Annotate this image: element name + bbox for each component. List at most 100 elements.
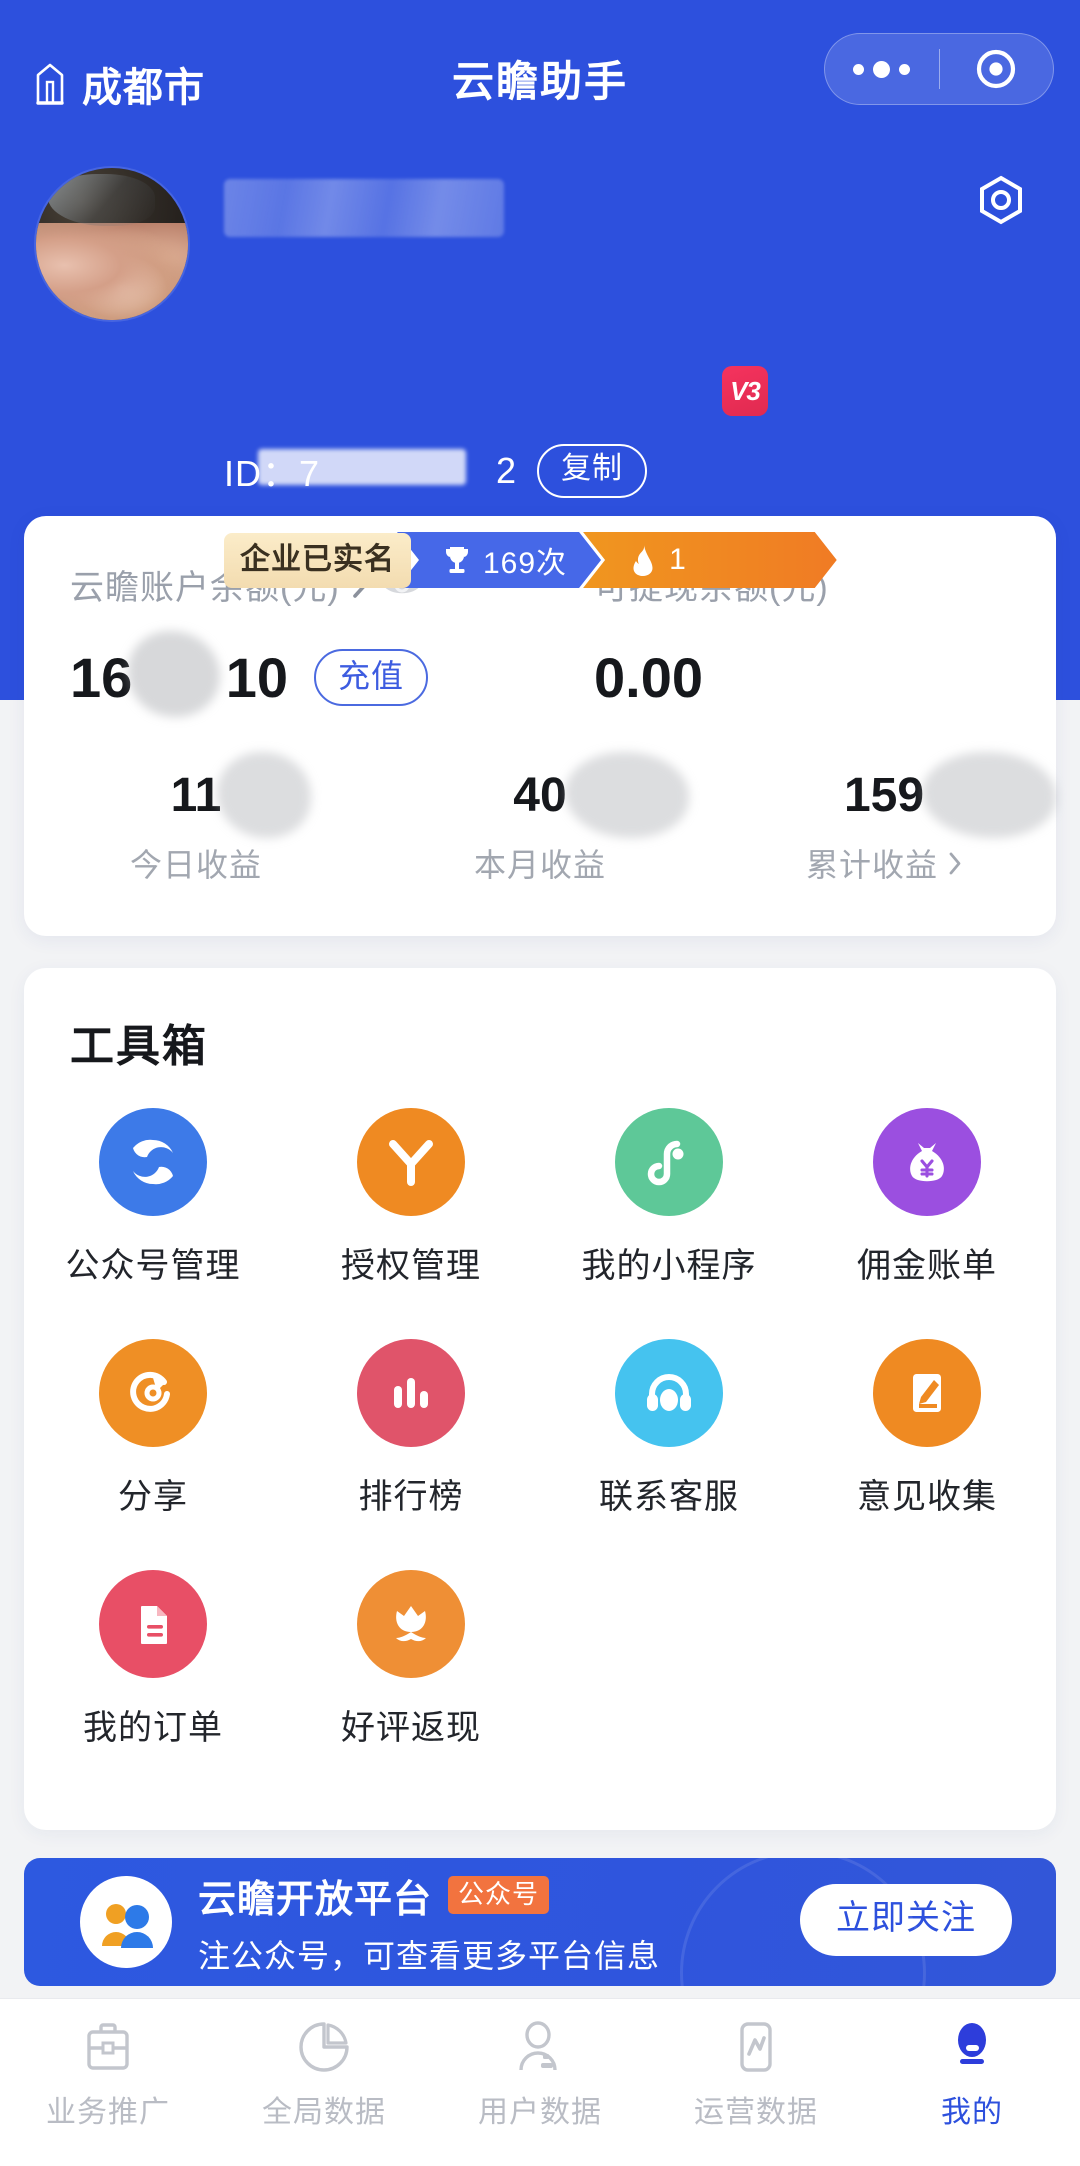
stat-total-redaction xyxy=(921,752,1056,838)
account-balance-redaction xyxy=(128,631,220,717)
profile-person-glyph xyxy=(958,2023,986,2064)
tool-share[interactable]: 分享 xyxy=(24,1339,282,1518)
account-balance-suffix: 10 xyxy=(225,646,289,709)
withdrawable-balance-value: 0.00 xyxy=(594,646,703,709)
flame-icon xyxy=(627,543,659,577)
line-chart-phone-glyph xyxy=(740,2022,772,2072)
rank-bars-glyph xyxy=(394,1378,428,1408)
line-chart-phone-icon xyxy=(726,2015,786,2079)
stat-today-label-text: 今日收益 xyxy=(129,847,262,883)
navbar: 成都市 云瞻助手 xyxy=(0,0,1080,130)
avatar-image-detail xyxy=(36,222,188,320)
recharge-button[interactable]: 充值 xyxy=(314,648,429,707)
badge-row: 企业已实名 169次 1 xyxy=(224,532,837,588)
more-dots-icon[interactable] xyxy=(825,60,939,78)
tool-customer-service[interactable]: 联系客服 xyxy=(540,1339,798,1518)
authorize-y-glyph xyxy=(389,1140,433,1186)
status-badge-verified: 企业已实名 xyxy=(224,532,411,588)
target-circle-icon[interactable] xyxy=(940,46,1054,92)
level-badge: V3 xyxy=(722,366,768,416)
app-root: 成都市 云瞻助手 V3 ID：7 2 xyxy=(0,0,1080,2166)
tool-commission-bill[interactable]: 佣金账单 xyxy=(798,1108,1056,1287)
promo-tag: 公众号 xyxy=(448,1875,550,1915)
toolbox-card: 工具箱 公众号管理 授权管理 我的小程序 佣金账单 分享 排行榜 联系客服 意见… xyxy=(24,968,1056,1830)
tool-label: 我的小程序 xyxy=(581,1247,757,1285)
tool-ranking[interactable]: 排行榜 xyxy=(282,1339,540,1518)
stat-total-label-text: 累计收益 xyxy=(805,847,938,883)
avatar[interactable] xyxy=(36,168,188,320)
flame-count: 1 xyxy=(669,543,687,576)
stat-total-number: 159 xyxy=(843,768,925,822)
avatar-image-highlight xyxy=(48,174,155,226)
profile-section: V3 ID：7 2 复制 企业已实名 169次 xyxy=(0,148,1080,408)
stat-month[interactable]: 40 本月收益 xyxy=(368,752,712,886)
briefcase-glyph xyxy=(87,2023,129,2070)
tab-business-promotion[interactable]: 业务推广 xyxy=(0,2015,216,2131)
tool-label: 我的订单 xyxy=(83,1709,223,1747)
people-group-glyph xyxy=(102,1904,153,1948)
user-id-row: ID：7 2 复制 xyxy=(224,444,648,498)
stat-today[interactable]: 11 今日收益 xyxy=(24,752,368,886)
headset-support-icon xyxy=(615,1339,723,1447)
tab-user-data[interactable]: 用户数据 xyxy=(432,2015,648,2131)
headset-glyph xyxy=(647,1374,691,1411)
chevron-right-icon xyxy=(949,852,961,874)
user-person-icon xyxy=(510,2015,570,2079)
tab-label: 运营数据 xyxy=(694,2096,818,2129)
flower-glyph xyxy=(396,1606,426,1642)
status-badge-flame: 1 xyxy=(583,532,837,588)
rank-bars-icon xyxy=(357,1339,465,1447)
profile-person-icon xyxy=(942,2015,1002,2079)
stat-total-label: 累计收益 xyxy=(806,840,962,886)
settings-button[interactable] xyxy=(970,170,1032,232)
bottom-tabbar: 业务推广 全局数据 用户数据 运营数据 我的 xyxy=(0,1998,1080,2166)
tool-feedback[interactable]: 意见收集 xyxy=(798,1339,1056,1518)
stat-today-number: 11 xyxy=(170,768,222,822)
people-group-icon xyxy=(80,1876,172,1968)
official-account-glyph xyxy=(133,1139,173,1185)
stat-month-redaction xyxy=(565,752,690,838)
account-balance-value-row: 1600010 充值 xyxy=(70,631,429,717)
tool-label: 公众号管理 xyxy=(65,1247,241,1285)
tab-mine[interactable]: 我的 xyxy=(864,2015,1080,2131)
tool-label: 好评返现 xyxy=(341,1709,481,1747)
tool-authorization[interactable]: 授权管理 xyxy=(282,1108,540,1287)
money-bag-glyph xyxy=(910,1143,944,1182)
withdrawable-balance-value-row: 0.00 xyxy=(594,645,829,710)
status-badge-trophy: 169次 xyxy=(397,532,601,588)
tab-global-data[interactable]: 全局数据 xyxy=(216,2015,432,2131)
feedback-pen-glyph xyxy=(913,1374,941,1412)
tab-operation-data[interactable]: 运营数据 xyxy=(648,2015,864,2131)
tool-label: 授权管理 xyxy=(341,1247,481,1285)
order-document-icon xyxy=(99,1570,207,1678)
promo-follow-button[interactable]: 立即关注 xyxy=(800,1884,1012,1957)
trophy-count: 169次 xyxy=(483,547,568,580)
target-icon-svg xyxy=(977,49,1016,89)
promo-banner[interactable]: 云瞻开放平台 公众号 注公众号，可查看更多平台信息 立即关注 xyxy=(24,1858,1056,1986)
feedback-pen-icon xyxy=(873,1339,981,1447)
promo-title: 云瞻开放平台 xyxy=(198,1878,433,1921)
trophy-icon xyxy=(441,543,473,577)
authorize-y-icon xyxy=(357,1108,465,1216)
user-id-suffix: 2 xyxy=(496,449,518,491)
tool-my-orders[interactable]: 我的订单 xyxy=(24,1570,282,1749)
tool-label: 意见收集 xyxy=(857,1478,997,1516)
earnings-stats-row: 11 今日收益 40 本月收益 159 累计收益 xyxy=(24,752,1056,886)
share-refresh-glyph xyxy=(130,1371,170,1412)
copy-id-button[interactable]: 复制 xyxy=(537,444,648,498)
tool-review-cashback[interactable]: 好评返现 xyxy=(282,1570,540,1749)
stat-today-redaction xyxy=(216,752,311,838)
flower-cashback-icon xyxy=(357,1570,465,1678)
promo-title-row: 云瞻开放平台 公众号 xyxy=(198,1868,660,1923)
stat-month-number: 40 xyxy=(513,768,567,822)
stat-total[interactable]: 159 累计收益 xyxy=(712,752,1056,886)
tool-miniprogram[interactable]: 我的小程序 xyxy=(540,1108,798,1287)
briefcase-icon xyxy=(78,2015,138,2079)
tool-official-account[interactable]: 公众号管理 xyxy=(24,1108,282,1287)
stat-month-value: 40 xyxy=(513,752,690,838)
miniprogram-glyph xyxy=(647,1140,684,1186)
account-balance-prefix: 16 xyxy=(70,646,133,709)
tool-label: 佣金账单 xyxy=(857,1247,997,1285)
tool-label: 分享 xyxy=(118,1478,188,1516)
hex-gear-icon xyxy=(980,175,1022,225)
